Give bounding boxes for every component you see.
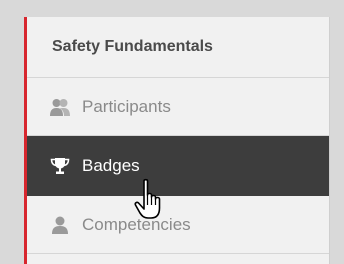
course-sidebar: Safety Fundamentals Participants Badges — [24, 17, 330, 264]
sidebar-item-badges[interactable]: Badges — [27, 136, 329, 196]
sidebar-item-label: Participants — [82, 96, 171, 116]
sidebar-item-competencies[interactable]: Competencies — [27, 196, 329, 254]
sidebar-item-label: Badges — [82, 155, 140, 175]
course-title: Safety Fundamentals — [27, 17, 329, 78]
participants-icon — [49, 96, 71, 118]
sidebar-item-label: Competencies — [82, 214, 191, 234]
person-icon — [49, 214, 71, 236]
sidebar-item-participants[interactable]: Participants — [27, 78, 329, 136]
trophy-icon — [49, 155, 71, 177]
